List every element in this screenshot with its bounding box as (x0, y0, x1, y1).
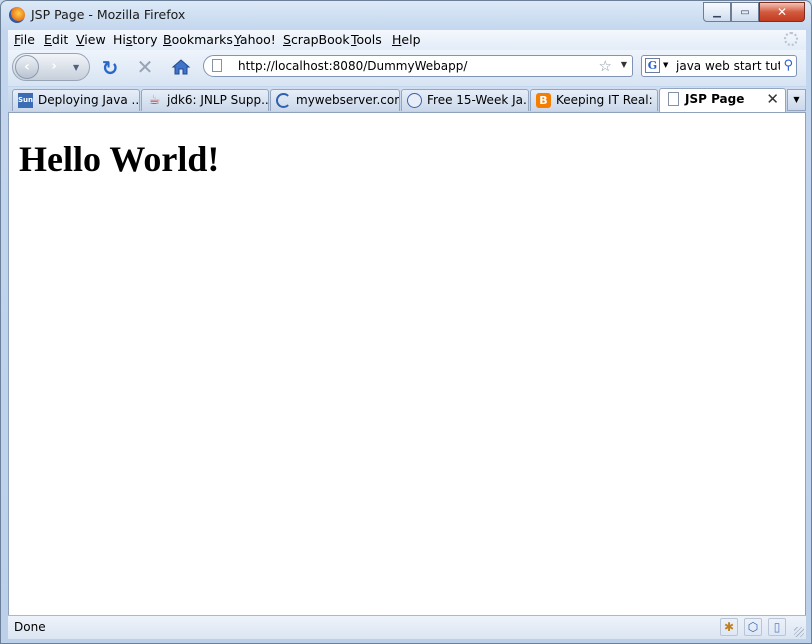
forward-arrow-icon: › (51, 59, 57, 74)
close-window-button[interactable]: ✕ (759, 2, 805, 22)
tab-deploying-java[interactable]: Sun Deploying Java ... (12, 89, 140, 111)
reload-button[interactable]: ↻ (99, 57, 121, 79)
resize-grip-icon[interactable] (794, 627, 804, 637)
menu-help-accel: H (392, 32, 402, 47)
minimize-button[interactable]: ▁ (703, 2, 731, 22)
close-icon: ✕ (776, 5, 788, 19)
back-arrow-icon: ‹ (24, 59, 30, 75)
tab-bar: Sun Deploying Java ... ☕ jdk6: JNLP Supp… (8, 87, 806, 113)
menu-file[interactable]: File (14, 32, 35, 47)
all-tabs-dropdown[interactable]: ▼ (787, 89, 806, 111)
window-title: JSP Page - Mozilla Firefox (31, 7, 186, 22)
menu-edit[interactable]: Edit (44, 32, 68, 47)
menu-tools[interactable]: Tools (351, 32, 382, 47)
menu-file-label: ile (20, 32, 35, 47)
search-bar[interactable]: G ▼ java web start tutorial ⚲ (641, 55, 797, 77)
tab-label: Free 15-Week Ja... (427, 93, 529, 107)
search-input[interactable]: java web start tutorial (676, 59, 780, 73)
menu-help[interactable]: Help (392, 32, 421, 47)
firefox-icon (9, 7, 25, 23)
home-icon (171, 59, 191, 75)
home-button[interactable] (171, 57, 191, 77)
menu-yahoo-label: ahoo! (239, 32, 276, 47)
window-controls: ▁ ▭ ✕ (703, 2, 805, 22)
menu-view-label: iew (84, 32, 106, 47)
site-identity-icon[interactable] (212, 59, 222, 72)
engine-dropdown-icon[interactable]: ▼ (663, 61, 668, 69)
menu-edit-accel: E (44, 32, 52, 47)
sun-icon: Sun (18, 93, 33, 108)
browser-window: JSP Page - Mozilla Firefox ▁ ▭ ✕ File Ed… (0, 0, 812, 644)
tab-jdk6-jnlp[interactable]: ☕ jdk6: JNLP Supp... (141, 89, 269, 111)
menu-history-label: tory (132, 32, 158, 47)
status-bar: Done ✱ ⬡ ▯ (8, 615, 806, 639)
minimize-icon: ▁ (713, 6, 721, 18)
forward-button[interactable]: › (43, 59, 65, 75)
tab-label: Keeping IT Real: ... (556, 93, 658, 107)
close-tab-icon[interactable]: ✕ (766, 90, 779, 108)
status-text: Done (14, 620, 46, 634)
sidebar-panel-icon[interactable]: ▯ (768, 618, 786, 636)
menu-history[interactable]: History (113, 32, 157, 47)
menu-bar: File Edit View History Bookmarks Yahoo! … (8, 30, 806, 50)
menu-bookmarks-accel: B (163, 32, 172, 47)
menu-yahoo[interactable]: Yahoo! (234, 32, 276, 47)
menu-edit-label: dit (51, 32, 69, 47)
reload-icon: ↻ (101, 56, 119, 80)
menu-bookmarks[interactable]: Bookmarks (163, 32, 233, 47)
tab-keeping-it-real[interactable]: B Keeping IT Real: ... (530, 89, 658, 111)
menu-scrapbook-label: crapBook (290, 32, 350, 47)
menu-bookmarks-label: ookmarks (171, 32, 233, 47)
menu-help-label: elp (401, 32, 421, 47)
search-engine-icon[interactable]: G (645, 58, 660, 73)
navigation-toolbar: ‹ › ▼ ↻ ✕ http://localhost:8080/DummyWeb… (8, 50, 806, 86)
loading-icon (276, 93, 291, 108)
search-icon[interactable]: ⚲ (783, 58, 793, 73)
tab-label: mywebserver.com (296, 93, 400, 107)
menu-tools-label: ools (356, 32, 382, 47)
url-input[interactable]: http://localhost:8080/DummyWebapp/ (238, 59, 467, 73)
throbber-icon (784, 32, 798, 46)
firebug-icon[interactable]: ✱ (720, 618, 738, 636)
maximize-icon: ▭ (740, 6, 750, 18)
url-dropdown-icon[interactable]: ▼ (621, 60, 627, 69)
chevron-down-icon: ▼ (793, 95, 800, 104)
menu-scrapbook-accel: S (283, 32, 291, 47)
history-dropdown-icon[interactable]: ▼ (73, 63, 79, 72)
title-bar[interactable]: JSP Page - Mozilla Firefox ▁ ▭ ✕ (1, 1, 811, 29)
tab-label: JSP Page (685, 92, 745, 106)
page-heading: Hello World! (19, 139, 220, 179)
menu-history-pre: Hi (113, 32, 126, 47)
url-bar[interactable]: http://localhost:8080/DummyWebapp/ ☆ ▼ (203, 55, 633, 77)
building-icon (407, 93, 422, 108)
page-icon (668, 92, 679, 106)
menu-view[interactable]: View (76, 32, 106, 47)
status-icons: ✱ ⬡ ▯ (720, 618, 786, 636)
stop-icon: ✕ (136, 55, 154, 79)
page-content: Hello World! (8, 113, 806, 615)
blogger-icon: B (536, 93, 551, 108)
stop-button[interactable]: ✕ (134, 56, 156, 78)
back-button[interactable]: ‹ (15, 55, 39, 79)
maximize-button[interactable]: ▭ (731, 2, 759, 22)
tab-label: jdk6: JNLP Supp... (167, 93, 269, 107)
security-shield-icon[interactable]: ⬡ (744, 618, 762, 636)
back-forward-group: ‹ › ▼ (12, 53, 90, 81)
java-icon: ☕ (148, 93, 161, 108)
menu-scrapbook[interactable]: ScrapBook (283, 32, 350, 47)
tab-jsp-page[interactable]: JSP Page ✕ (659, 88, 786, 112)
tab-mywebserver[interactable]: mywebserver.com (270, 89, 400, 111)
bookmark-star-icon[interactable]: ☆ (599, 57, 612, 75)
tab-label: Deploying Java ... (38, 93, 140, 107)
tab-free-15-week[interactable]: Free 15-Week Ja... (401, 89, 529, 111)
